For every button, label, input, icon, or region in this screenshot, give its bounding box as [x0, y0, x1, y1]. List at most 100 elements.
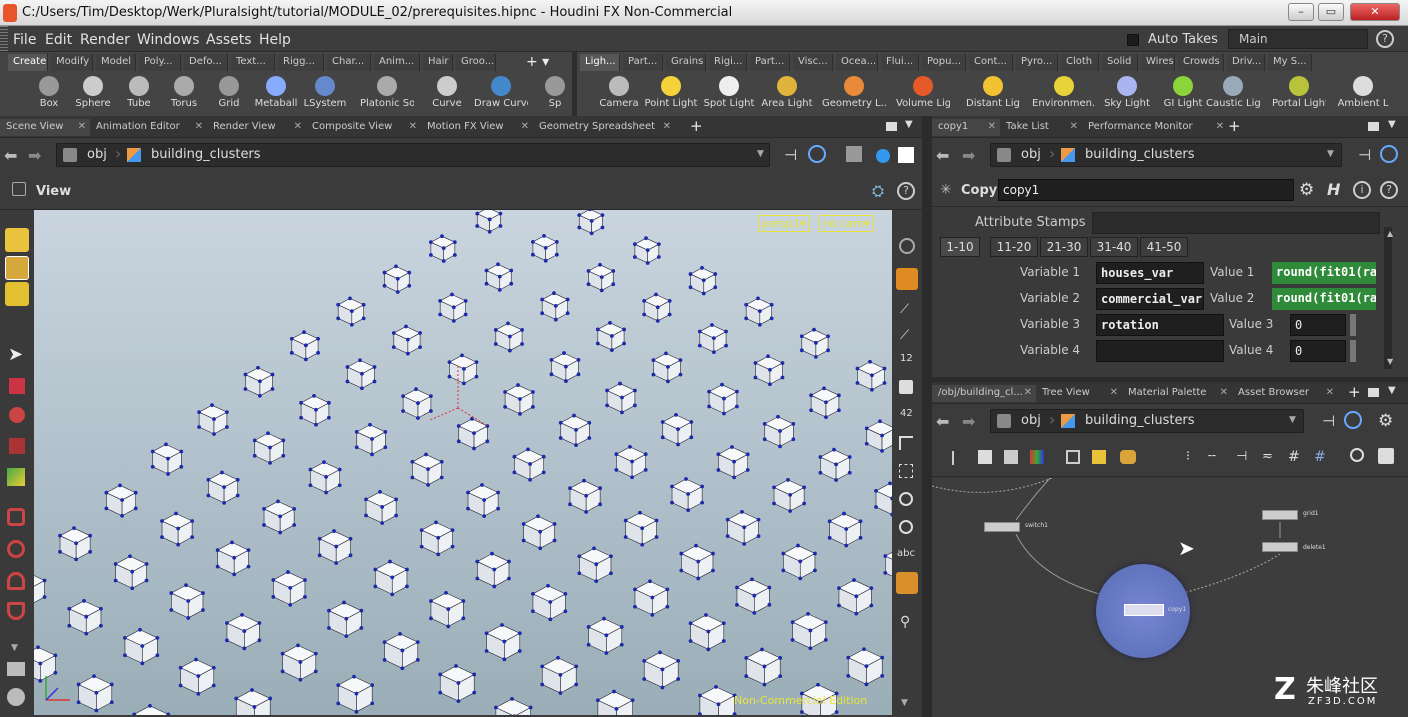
bbox-icon[interactable] — [899, 464, 913, 478]
transform-icon[interactable] — [9, 378, 25, 394]
tool-right-10-button[interactable]: Caustic Light — [1206, 74, 1260, 116]
tool-right-5-button[interactable]: Volume Light — [896, 74, 950, 116]
shelf-tab-7[interactable]: Char... — [327, 54, 371, 71]
shelf-tab-9[interactable]: Hair — [423, 54, 453, 71]
variable-field-1[interactable]: houses_var — [1096, 262, 1204, 284]
cursor-icon[interactable] — [899, 492, 913, 506]
tool-curve-button[interactable]: Curve — [420, 74, 474, 116]
find-icon[interactable] — [1350, 448, 1364, 462]
network-back-icon[interactable]: ⬅ — [936, 412, 949, 431]
network-tab-close-icon-1[interactable]: ✕ — [1110, 387, 1118, 398]
view-options-icon[interactable] — [12, 182, 26, 196]
viewport-layout-icon[interactable] — [898, 147, 914, 163]
add-param-tab-icon[interactable]: + — [1228, 117, 1241, 135]
labels-label[interactable]: abc — [897, 548, 915, 559]
network-tab-close-icon-0[interactable]: ✕ — [1024, 387, 1032, 398]
network-pin-icon[interactable]: ⊣ — [1322, 412, 1335, 430]
network-tab-1[interactable]: Tree View ✕ — [1036, 385, 1122, 402]
forward-arrow-icon[interactable]: ➡ — [28, 146, 41, 165]
add-pane-tab-icon[interactable]: + — [690, 117, 703, 135]
scene-viewport[interactable]: persp1▾ no cam▾ Non-Commercial Edition — [34, 210, 892, 715]
list-mode-icon[interactable] — [978, 450, 992, 464]
path-obj[interactable]: obj — [87, 147, 107, 162]
left-tab-close-icon-0[interactable]: ✕ — [78, 121, 86, 132]
shelf-tab-right-2[interactable]: Grains — [666, 54, 706, 71]
menu-render[interactable]: Render — [80, 32, 130, 48]
left-tab-close-icon-1[interactable]: ✕ — [195, 121, 203, 132]
path-dropdown-icon[interactable]: ▼ — [757, 149, 764, 159]
grid-snap-icon[interactable]: # — [1288, 449, 1300, 465]
pane-menu-icon[interactable]: ▼ — [905, 119, 913, 130]
param-scrollbar[interactable] — [1384, 227, 1392, 369]
shelf-tab-1[interactable]: Modify — [51, 54, 93, 71]
scroll-up-icon[interactable]: ▲ — [1387, 229, 1393, 238]
grid1-node[interactable] — [1262, 510, 1298, 520]
tool-right-0-button[interactable]: Camera — [592, 74, 646, 116]
color-palette-icon[interactable] — [1030, 450, 1044, 464]
point-display-icon[interactable] — [896, 268, 918, 290]
arrow-select-icon[interactable]: ➤ — [8, 344, 23, 365]
network-tab-2[interactable]: Material Palette ✕ — [1122, 385, 1232, 402]
background-icon[interactable] — [896, 572, 918, 594]
toolbar-down-icon[interactable]: ▼ — [901, 698, 908, 708]
shelf-tab-4[interactable]: Defo... — [184, 54, 228, 71]
shelf-tab-right-8[interactable]: Popu... — [922, 54, 966, 71]
left-tab-close-icon-5[interactable]: ✕ — [663, 121, 671, 132]
param-path-obj[interactable]: obj — [1021, 147, 1041, 162]
shelf-tab-5[interactable]: Text... — [231, 54, 275, 71]
primitive-select-icon[interactable] — [5, 256, 29, 280]
shelf-tab-0[interactable]: Create — [8, 54, 48, 71]
network-path-field[interactable]: obj › building_clusters ▼ — [990, 409, 1304, 433]
shelf-tab-right-4[interactable]: Part... — [750, 54, 790, 71]
grip-handle[interactable] — [0, 26, 8, 52]
magnet-icon-4[interactable] — [7, 602, 25, 620]
help-h-icon[interactable]: H — [1327, 180, 1340, 199]
range-tab-4[interactable]: 41-50 — [1140, 237, 1188, 257]
value-field-4[interactable]: 0 — [1290, 340, 1346, 362]
left-tab-close-icon-2[interactable]: ✕ — [294, 121, 302, 132]
range-tab-2[interactable]: 21-30 — [1040, 237, 1088, 257]
param-tab-close-icon-0[interactable]: ✕ — [988, 121, 996, 132]
param-path-dropdown-icon[interactable]: ▼ — [1327, 149, 1334, 159]
magnet-icon-1[interactable] — [7, 508, 25, 526]
shelf-tab-right-13[interactable]: Wires — [1141, 54, 1175, 71]
shelf-tab-right-11[interactable]: Cloth — [1061, 54, 1099, 71]
left-tab-3[interactable]: Composite View ✕ — [306, 119, 421, 136]
pane-splitter[interactable] — [922, 116, 932, 717]
view-help-icon[interactable]: ? — [897, 182, 915, 200]
network-link-icon[interactable] — [1344, 411, 1362, 429]
path-field[interactable]: obj › building_clusters ▼ — [56, 143, 770, 167]
align-horizontal-icon[interactable]: ╌ — [1208, 449, 1216, 464]
back-arrow-icon[interactable]: ⬅ — [4, 146, 17, 165]
add-network-tab-icon[interactable]: + — [1348, 383, 1361, 401]
range-tab-0[interactable]: 1-10 — [940, 237, 980, 257]
left-tab-1[interactable]: Animation Editor ✕ — [90, 119, 207, 136]
handle-icon[interactable] — [7, 468, 25, 486]
shelf-tab-right-15[interactable]: Driv... — [1227, 54, 1265, 71]
network-box-icon[interactable] — [1066, 450, 1080, 464]
value-slider-4[interactable] — [1350, 340, 1356, 362]
shelf-tab-right-7[interactable]: Flui... — [881, 54, 919, 71]
tool-platonicsol-button[interactable]: Platonic Sol... — [360, 74, 414, 116]
network-dots-icon[interactable] — [1120, 450, 1136, 464]
shelf-tab-right-12[interactable]: Solid — [1102, 54, 1138, 71]
camera-tool-icon[interactable] — [7, 662, 25, 676]
node-gear-icon[interactable]: ⚙ — [1299, 180, 1314, 200]
align-vertical-icon[interactable]: ⁝ — [1186, 449, 1190, 464]
param-tab-1[interactable]: Take List ✕ — [1000, 119, 1082, 136]
point-numbers-label[interactable]: 12 — [900, 353, 913, 364]
camera-menu[interactable]: no cam▾ — [819, 215, 874, 232]
range-tab-3[interactable]: 31-40 — [1090, 237, 1138, 257]
shelf-tab-right-0[interactable]: Ligh... — [580, 54, 620, 71]
rotate-icon[interactable] — [9, 407, 25, 423]
variable-field-3[interactable]: rotation — [1096, 314, 1224, 336]
shelf-tab-right-9[interactable]: Cont... — [969, 54, 1013, 71]
render-tool-icon[interactable] — [7, 688, 25, 706]
shelf-tab-2[interactable]: Model — [96, 54, 136, 71]
variable-field-4[interactable] — [1096, 340, 1224, 362]
tool-right-1-button[interactable]: Point Light — [644, 74, 698, 116]
edges-icon[interactable] — [899, 436, 913, 450]
tool-right-6-button[interactable]: Distant Light — [966, 74, 1020, 116]
param-back-icon[interactable]: ⬅ — [936, 146, 949, 165]
network-forward-icon[interactable]: ➡ — [962, 412, 975, 431]
